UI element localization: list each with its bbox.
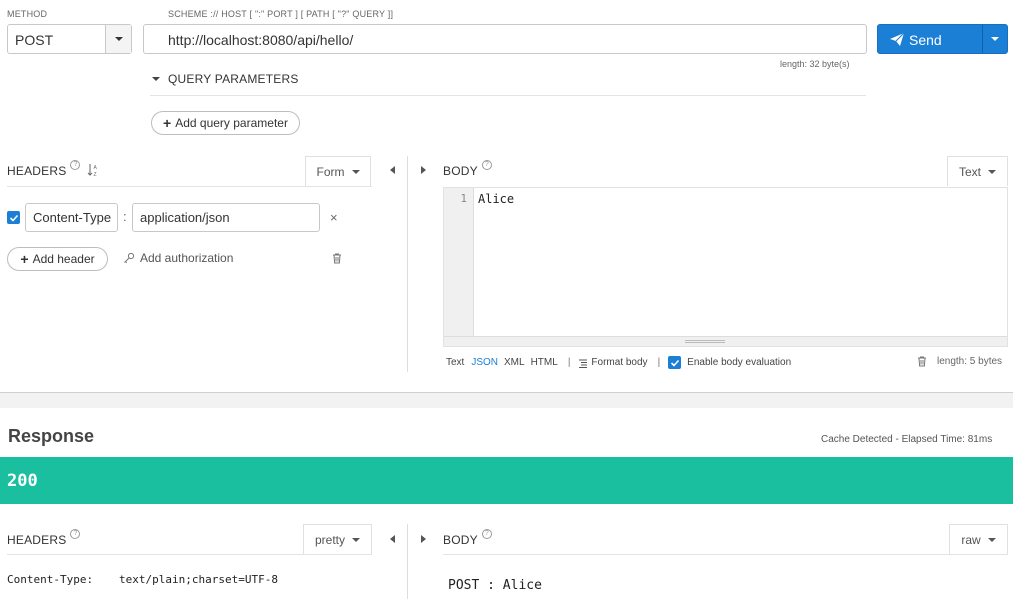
add-authorization-label: Add authorization [140, 251, 234, 265]
enable-eval-label: Enable body evaluation [687, 357, 792, 368]
add-query-param-label: Add query parameter [175, 116, 288, 130]
response-body-title: BODY ? [443, 529, 492, 547]
chevron-down-icon [351, 169, 360, 174]
body-length: length: 5 bytes [937, 356, 1003, 367]
send-options-toggle[interactable] [982, 25, 1007, 53]
header-enabled-checkbox[interactable] [7, 211, 20, 224]
svg-text:Z: Z [94, 172, 97, 177]
caret-down-icon [152, 77, 160, 81]
response-body-mode-label: raw [961, 532, 981, 547]
status-bar: 200 [0, 457, 1013, 504]
editor-resize-handle[interactable] [444, 336, 1007, 346]
response-headers-mode-label: pretty [314, 532, 345, 547]
chevron-down-icon [991, 37, 999, 41]
method-label: METHOD [7, 9, 48, 19]
status-code: 200 [7, 471, 38, 491]
body-mode-dropdown[interactable]: Text [947, 156, 1008, 186]
footer-separator: | [567, 357, 571, 368]
sort-icon[interactable]: AZ [87, 163, 99, 177]
headers-mode-label: Form [316, 164, 345, 179]
method-select[interactable]: POST [7, 24, 132, 54]
query-params-toggle[interactable]: QUERY PARAMETERS [152, 72, 299, 86]
chevron-down-icon [352, 537, 360, 542]
collapse-right-icon[interactable] [421, 166, 426, 174]
enable-eval-checkbox[interactable] [668, 356, 682, 369]
remove-header-icon[interactable]: × [330, 210, 338, 225]
checkmark-icon [670, 359, 679, 367]
collapse-left-icon[interactable] [390, 535, 395, 543]
header-separator: : [123, 209, 127, 224]
url-format-label: SCHEME :// HOST [ ":" PORT ] [ PATH [ "?… [168, 9, 394, 19]
response-body-mode-dropdown[interactable]: raw [949, 524, 1008, 554]
response-title: Response [8, 426, 95, 446]
headers-mode-dropdown[interactable]: Form [305, 156, 371, 186]
line-number: 1 [460, 192, 467, 205]
method-dropdown-toggle[interactable] [105, 25, 131, 53]
send-button[interactable]: Send [877, 24, 1008, 54]
help-icon[interactable]: ? [481, 529, 492, 539]
plus-icon: + [20, 251, 29, 267]
request-body-title: BODY ? [443, 160, 492, 178]
add-authorization-link[interactable]: Add authorization [123, 251, 233, 265]
body-mode-label: Text [958, 164, 981, 179]
help-icon[interactable]: ? [70, 529, 81, 539]
url-value: http://localhost:8080/api/hello/ [168, 32, 354, 48]
url-length: length: 32 byte(s) [780, 59, 850, 69]
format-body-button[interactable]: Format body [591, 357, 647, 368]
format-lines-icon [579, 359, 588, 368]
body-editor[interactable]: 1 Alice [443, 187, 1008, 347]
chevron-down-icon [115, 37, 123, 41]
request-headers-title: HEADERS ? AZ [7, 160, 99, 178]
url-input[interactable]: http://localhost:8080/api/hello/ [143, 24, 867, 54]
svg-text:A: A [94, 165, 98, 171]
help-icon[interactable]: ? [70, 160, 81, 170]
response-header-value: text/plain;charset=UTF-8 [119, 573, 278, 586]
format-json-option[interactable]: JSON [471, 357, 498, 368]
key-icon [124, 252, 135, 264]
format-xml-option[interactable]: XML [504, 357, 525, 368]
header-name-input[interactable]: Content-Type [25, 203, 118, 232]
help-icon[interactable]: ? [481, 160, 492, 170]
trash-icon[interactable] [917, 356, 927, 367]
chevron-down-icon [988, 169, 996, 174]
method-value: POST [15, 32, 54, 48]
checkmark-icon [9, 214, 18, 222]
format-text-option[interactable]: Text [446, 357, 464, 368]
response-headers-title: HEADERS ? [7, 529, 81, 547]
panel-divider [0, 393, 1013, 408]
add-header-button[interactable]: + Add header [7, 247, 108, 271]
send-label: Send [909, 32, 942, 48]
body-footer: Text JSON XML HTML | Format body | Enabl… [446, 356, 791, 369]
chevron-down-icon [987, 537, 996, 542]
header-value-input[interactable]: application/json [132, 203, 320, 232]
cache-info: Cache Detected - Elapsed Time: 81ms [821, 434, 993, 445]
collapse-right-icon[interactable] [421, 535, 426, 543]
body-content[interactable]: Alice [478, 192, 514, 206]
add-query-param-button[interactable]: + Add query parameter [151, 111, 300, 135]
response-body-content: POST : Alice [448, 578, 542, 593]
format-html-option[interactable]: HTML [531, 357, 558, 368]
response-headers-mode-dropdown[interactable]: pretty [303, 524, 372, 554]
line-gutter: 1 [444, 188, 474, 338]
query-params-label: QUERY PARAMETERS [168, 72, 299, 86]
collapse-left-icon[interactable] [390, 166, 395, 174]
trash-icon[interactable] [332, 253, 342, 264]
response-header-name: Content-Type: [7, 573, 94, 586]
plus-icon: + [163, 115, 172, 131]
footer-separator: | [657, 357, 661, 368]
add-header-label: Add header [32, 252, 95, 266]
paper-plane-icon [890, 33, 904, 46]
